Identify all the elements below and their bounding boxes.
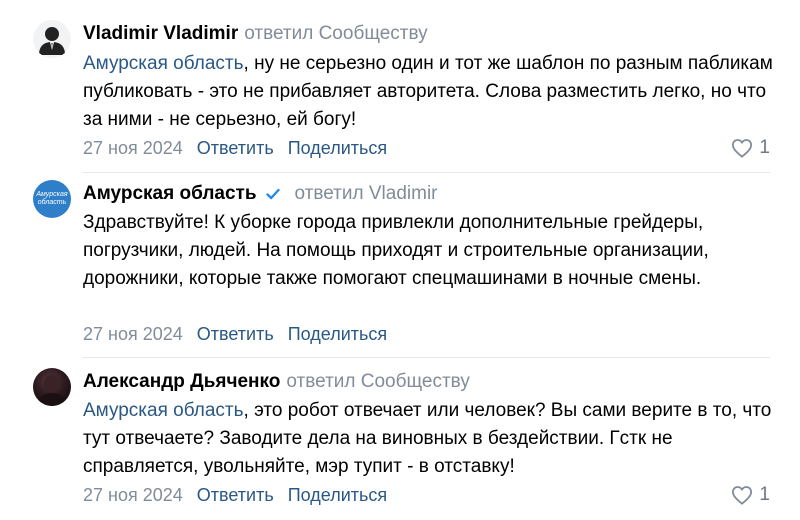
avatar[interactable]: Амурская область [33, 180, 71, 218]
avatar[interactable] [33, 20, 71, 58]
default-user-icon [39, 27, 65, 55]
mention-link[interactable]: Амурская область [83, 53, 244, 74]
reply-button[interactable]: Ответить [197, 138, 274, 159]
author-name[interactable]: Амурская область [83, 183, 257, 205]
share-button[interactable]: Поделиться [288, 485, 387, 506]
verified-icon [265, 186, 281, 202]
avatar-label: Амурская область [36, 191, 68, 206]
reply-button[interactable]: Ответить [197, 485, 274, 506]
like-button[interactable]: 1 [731, 136, 770, 160]
like-count: 1 [759, 484, 770, 505]
comment-text: Амурская область, это робот отвечает или… [83, 397, 773, 481]
avatar[interactable] [33, 368, 71, 406]
like-button[interactable]: 1 [731, 483, 770, 507]
like-count: 1 [759, 137, 770, 158]
comment-text: Амурская область, ну не серьезно один и … [83, 50, 773, 134]
comment-date[interactable]: 27 ноя 2024 [83, 485, 183, 506]
heart-icon [732, 139, 753, 158]
comment-date[interactable]: 27 ноя 2024 [83, 324, 183, 345]
divider [83, 357, 770, 358]
replied-to[interactable]: ответил Сообществу [286, 371, 469, 393]
divider [83, 172, 770, 173]
share-button[interactable]: Поделиться [288, 138, 387, 159]
comment-header: Амурская область ответил Vladimir [83, 182, 438, 206]
mention-link[interactable]: Амурская область [83, 400, 244, 421]
author-name[interactable]: Vladimir Vladimir [83, 23, 238, 45]
comment-body: Здравствуйте! К уборке города привлекли … [83, 212, 709, 289]
user-photo [37, 375, 67, 406]
comment-meta: 27 ноя 2024 Ответить Поделиться [83, 322, 401, 346]
comment-meta: 27 ноя 2024 Ответить Поделиться [83, 136, 401, 160]
heart-icon [732, 486, 753, 505]
author-name[interactable]: Александр Дьяченко [83, 371, 280, 393]
comment-text: Здравствуйте! К уборке города привлекли … [83, 209, 773, 293]
comment-header: Vladimir Vladimir ответил Сообществу [83, 22, 428, 46]
replied-to[interactable]: ответил Сообществу [244, 23, 427, 45]
comment-date[interactable]: 27 ноя 2024 [83, 138, 183, 159]
comment-header: Александр Дьяченко ответил Сообществу [83, 370, 470, 394]
replied-to[interactable]: ответил Vladimir [295, 183, 438, 205]
share-button[interactable]: Поделиться [288, 324, 387, 345]
reply-button[interactable]: Ответить [197, 324, 274, 345]
comment-meta: 27 ноя 2024 Ответить Поделиться [83, 483, 401, 507]
